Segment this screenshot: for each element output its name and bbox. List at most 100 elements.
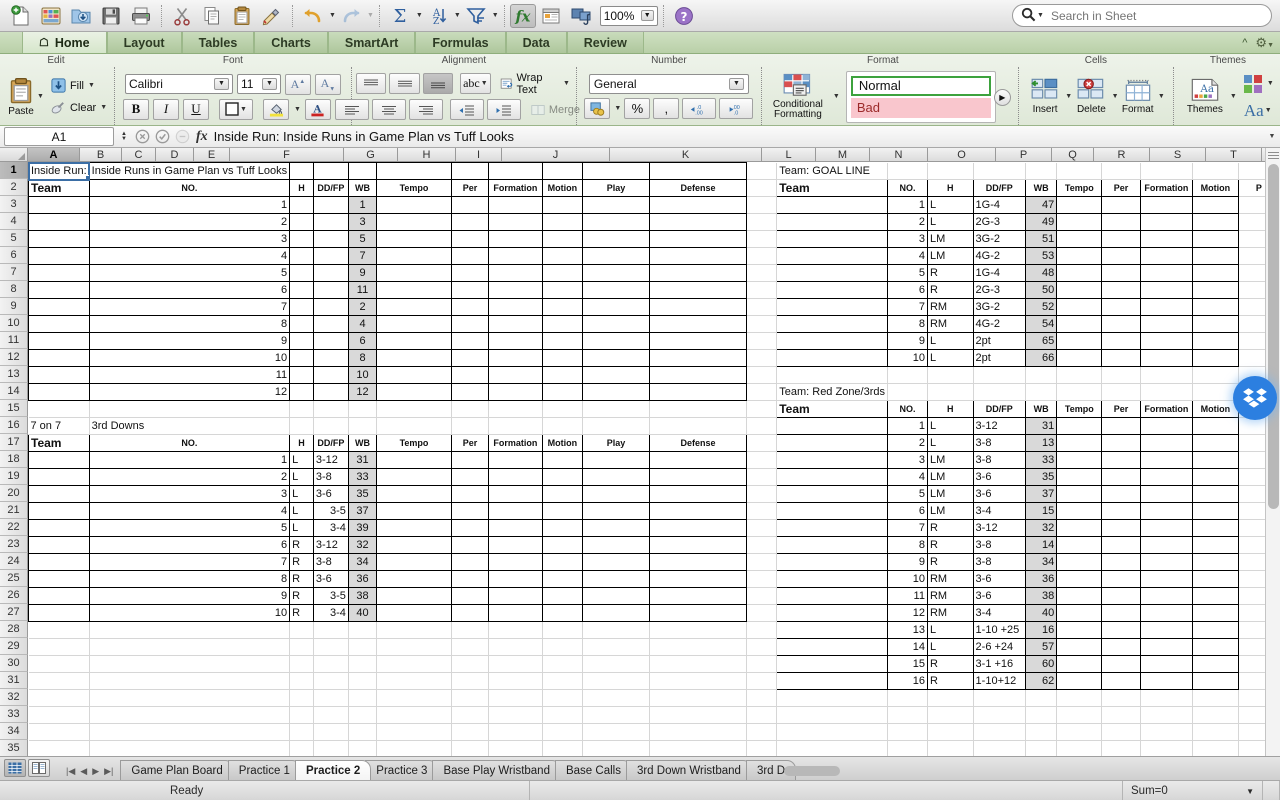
cell-B17[interactable]: NO. [88, 434, 291, 452]
cell-K24[interactable] [648, 553, 748, 571]
cell-J35[interactable] [582, 740, 650, 756]
cut-icon[interactable] [167, 2, 197, 30]
cell-Q31[interactable]: 62 [1024, 672, 1058, 690]
cell-M35[interactable] [776, 740, 889, 756]
cell-N18[interactable]: 3 [887, 451, 928, 469]
cell-Q9[interactable]: 52 [1024, 298, 1058, 316]
cell-Q2[interactable]: WB [1024, 179, 1058, 197]
font-name-select[interactable]: Calibri ▼ [124, 74, 233, 94]
cell-K9[interactable] [648, 298, 748, 316]
cell-S24[interactable] [1101, 553, 1141, 571]
cell-F2[interactable]: Tempo [376, 179, 452, 197]
cell-E8[interactable]: 11 [347, 281, 378, 299]
cell-E16[interactable] [348, 417, 378, 435]
cell-G10[interactable] [450, 315, 490, 333]
align-right-button[interactable] [408, 99, 443, 120]
cell-F11[interactable] [376, 332, 452, 350]
cell-S35[interactable] [1101, 740, 1141, 756]
cell-C19[interactable]: L [289, 468, 314, 486]
name-box[interactable]: A1 [4, 127, 114, 146]
cell-U16[interactable] [1192, 417, 1239, 435]
cell-A16[interactable]: 7 on 7 [28, 417, 90, 435]
cell-J7[interactable] [582, 264, 650, 282]
cell-A13[interactable] [28, 366, 90, 384]
cell-M25[interactable] [776, 570, 889, 588]
cell-N34[interactable] [887, 723, 928, 741]
cell-L25[interactable] [746, 570, 778, 588]
cell-J32[interactable] [582, 689, 650, 707]
cell-S1[interactable] [1101, 162, 1141, 180]
cell-S13[interactable] [1101, 366, 1141, 384]
row-header-1[interactable]: 1 [0, 162, 28, 179]
font-color-button[interactable]: A [304, 98, 331, 120]
cell-E27[interactable]: 40 [347, 604, 378, 622]
cell-R4[interactable] [1056, 213, 1103, 231]
cell-G12[interactable] [450, 349, 490, 367]
cell-T27[interactable] [1139, 604, 1194, 622]
cell-T20[interactable] [1139, 485, 1194, 503]
align-left-button[interactable] [334, 99, 369, 120]
style-normal[interactable]: Normal [850, 75, 991, 96]
row-header-30[interactable]: 30 [0, 655, 28, 672]
cell-I33[interactable] [542, 706, 584, 724]
cell-M28[interactable] [776, 621, 889, 639]
cell-E10[interactable]: 4 [347, 315, 378, 333]
cell-I30[interactable] [542, 655, 584, 673]
cell-I12[interactable] [541, 349, 584, 367]
cell-P11[interactable]: 2pt [972, 332, 1026, 350]
cell-C35[interactable] [289, 740, 314, 756]
cell-J23[interactable] [582, 536, 650, 554]
tab-review[interactable]: Review [566, 32, 644, 53]
name-box-stepper[interactable]: ▲ ▼ [118, 131, 130, 142]
row-header-3[interactable]: 3 [0, 196, 28, 213]
cell-O1[interactable] [927, 162, 974, 180]
cell-N24[interactable]: 9 [887, 553, 928, 571]
cell-L4[interactable] [746, 213, 778, 231]
cell-U21[interactable] [1192, 502, 1239, 520]
cell-P21[interactable]: 3-4 [972, 502, 1026, 520]
cell-G23[interactable] [450, 536, 490, 554]
cell-C32[interactable] [289, 689, 314, 707]
row-header-20[interactable]: 20 [0, 485, 28, 502]
cell-O13[interactable] [927, 366, 974, 384]
theme-fonts-caret-icon[interactable]: ▼ [1265, 107, 1272, 114]
increase-decimal-button[interactable]: .0.00 [682, 98, 717, 119]
cell-I18[interactable] [541, 451, 584, 469]
cell-R22[interactable] [1056, 519, 1103, 537]
cell-K26[interactable] [648, 587, 748, 605]
cell-I6[interactable] [541, 247, 584, 265]
cell-E15[interactable] [348, 400, 378, 418]
cell-T6[interactable] [1139, 247, 1194, 265]
cell-J4[interactable] [582, 213, 650, 231]
cell-C22[interactable]: L [289, 519, 314, 537]
cell-L33[interactable] [746, 706, 778, 724]
cell-E13[interactable]: 10 [347, 366, 378, 384]
cell-O2[interactable]: H [926, 179, 974, 197]
cell-S15[interactable]: Per [1101, 400, 1141, 418]
cell-D21[interactable]: 3-5 [312, 502, 349, 520]
ribbon-collapse-icon[interactable]: ^ [1242, 37, 1247, 49]
cell-J34[interactable] [582, 723, 650, 741]
cell-K30[interactable] [649, 655, 748, 673]
select-all-corner[interactable] [0, 148, 28, 162]
cell-E18[interactable]: 31 [347, 451, 378, 469]
cell-P8[interactable]: 2G-3 [972, 281, 1026, 299]
cell-M9[interactable] [776, 298, 889, 316]
cell-U25[interactable] [1192, 570, 1239, 588]
row-header-25[interactable]: 25 [0, 570, 28, 587]
cell-E2[interactable]: WB [347, 179, 378, 197]
row-header-9[interactable]: 9 [0, 298, 28, 315]
cell-H4[interactable] [488, 213, 543, 231]
cell-L13[interactable] [746, 366, 778, 384]
cell-C11[interactable] [289, 332, 314, 350]
cell-R24[interactable] [1056, 553, 1103, 571]
cell-A7[interactable] [28, 264, 90, 282]
cell-J12[interactable] [582, 349, 650, 367]
cell-F15[interactable] [376, 400, 452, 418]
formula-builder-icon[interactable]: fx [509, 3, 536, 28]
cell-J20[interactable] [582, 485, 650, 503]
cell-D26[interactable]: 3-5 [312, 587, 349, 605]
clear-button[interactable]: Clear ▼ [48, 97, 109, 119]
cell-I8[interactable] [541, 281, 584, 299]
cell-N15[interactable]: NO. [887, 400, 928, 418]
